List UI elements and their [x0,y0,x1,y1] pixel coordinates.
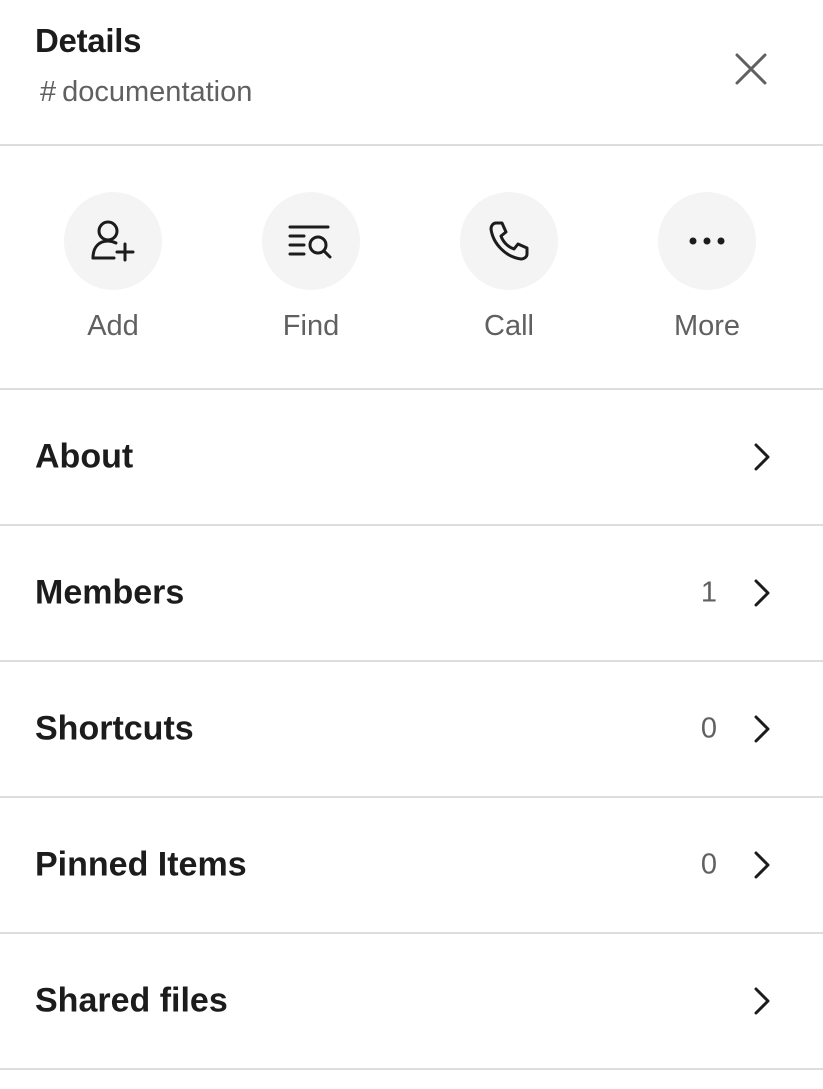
row-label: Shared files [35,981,228,1020]
shortcuts-count: 0 [700,712,717,745]
find-label: Find [282,310,340,342]
members-row[interactable]: Members 1 [0,526,823,662]
find-button[interactable]: Find [231,192,391,343]
call-label: Call [484,310,534,342]
close-button[interactable] [722,40,780,98]
channel-name-text: documentation [62,76,253,108]
panel-header: Details # documentation [0,0,823,146]
chevron-right-icon [748,984,776,1018]
add-label: Add [87,310,139,342]
row-label: About [35,437,134,476]
quick-actions: Add Find Call More [0,146,823,390]
chevron-right-icon [748,848,776,882]
about-row[interactable]: About [0,390,823,526]
shared-files-row[interactable]: Shared files [0,934,823,1070]
panel-title: Details [35,22,142,59]
chevron-right-icon [748,440,776,474]
find-in-channel-icon [262,192,360,290]
more-button[interactable]: More [627,192,787,343]
row-label: Pinned Items [35,845,247,884]
row-label: Members [35,573,185,612]
channel-name: # documentation [40,76,252,109]
row-label: Shortcuts [35,709,194,748]
hash-icon: # [40,76,57,108]
chevron-right-icon [748,712,776,746]
close-icon [735,53,767,85]
pinned-items-row[interactable]: Pinned Items 0 [0,798,823,934]
shortcuts-row[interactable]: Shortcuts 0 [0,662,823,798]
add-person-icon [64,192,162,290]
members-count: 1 [700,576,717,609]
more-label: More [673,310,741,342]
add-people-button[interactable]: Add [33,192,193,343]
call-button[interactable]: Call [429,192,589,343]
phone-icon [460,192,558,290]
chevron-right-icon [748,576,776,610]
pinned-items-count: 0 [700,848,717,881]
channel-details-panel: Details # documentation Add Find Call Mo… [0,0,823,1089]
more-horizontal-icon [658,192,756,290]
